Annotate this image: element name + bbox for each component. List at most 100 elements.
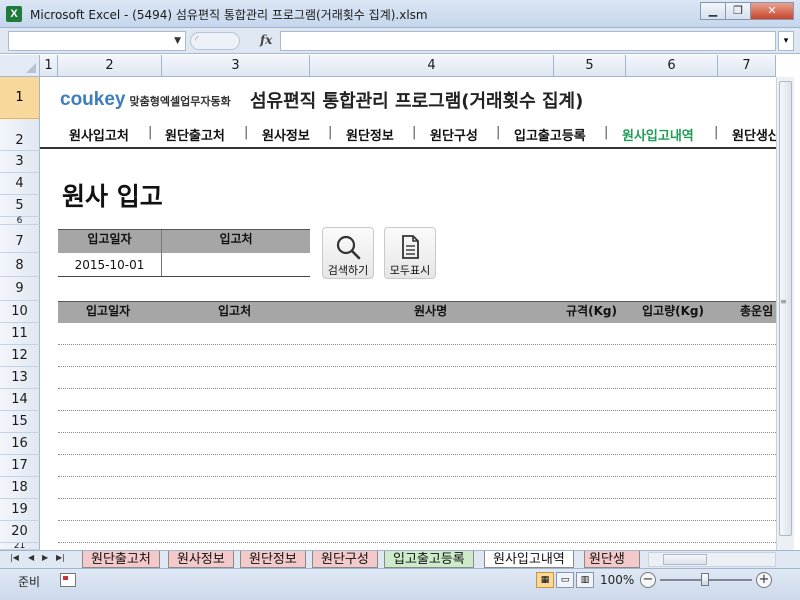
filter-date-input[interactable]: 2015-10-01: [58, 253, 162, 276]
results-table-header: 입고일자 입고처 원사명 규격(Kg) 입고량(Kg) 총운임: [58, 301, 776, 323]
nav-item-yarn-receipts[interactable]: 원사입고내역: [622, 125, 694, 144]
row-header[interactable]: 10: [0, 301, 40, 323]
sheet-tab[interactable]: 원단생: [584, 551, 640, 568]
table-row[interactable]: [58, 433, 776, 455]
status-bar: 준비 ▦ ▭ ▥ 100% − +: [0, 568, 800, 600]
row-header[interactable]: 9: [0, 277, 40, 301]
row-header[interactable]: 18: [0, 477, 40, 499]
page-layout-view-icon[interactable]: ▭: [556, 572, 574, 588]
column-header[interactable]: 4: [310, 55, 554, 77]
column-header[interactable]: 7: [718, 55, 776, 77]
nav-separator: |: [244, 125, 249, 140]
row-header[interactable]: 7: [0, 225, 40, 253]
column-date: 입고일자: [86, 304, 131, 318]
vertical-scroll-thumb[interactable]: [779, 81, 792, 536]
nav-item-yarn-info[interactable]: 원사정보: [262, 125, 310, 144]
sheet-tab[interactable]: 원단구성: [312, 551, 378, 568]
row-header[interactable]: 3: [0, 151, 40, 173]
first-sheet-icon[interactable]: |◀: [10, 553, 19, 562]
column-header[interactable]: 1: [40, 55, 58, 77]
nav-separator: |: [328, 125, 333, 140]
window-controls: ▁ ❐ ✕: [700, 2, 794, 20]
zoom-slider-handle[interactable]: [701, 573, 709, 586]
nav-item-inout-register[interactable]: 입고출고등록: [514, 125, 586, 144]
table-row[interactable]: [58, 499, 776, 521]
page-break-view-icon[interactable]: ▥: [576, 572, 594, 588]
nav-item-fabric-composition[interactable]: 원단구성: [430, 125, 478, 144]
formula-collapse-handle[interactable]: ◜: [190, 32, 240, 50]
restore-button[interactable]: ❐: [725, 2, 751, 20]
name-box[interactable]: ▼: [8, 31, 186, 51]
page-title: 원사 입고: [62, 182, 163, 211]
sheet-tab-active[interactable]: 원사입고내역: [484, 551, 574, 568]
nav-menu: 원사입고처 | 원단출고처 | 원사정보 | 원단정보 | 원단구성 | 입고출…: [40, 119, 780, 149]
column-header[interactable]: 5: [554, 55, 626, 77]
sheet-tab[interactable]: 원단출고처: [82, 551, 160, 568]
next-sheet-icon[interactable]: ▶: [42, 553, 48, 562]
row-header[interactable]: 14: [0, 389, 40, 411]
sheet-tab[interactable]: 원단정보: [240, 551, 306, 568]
vertical-scrollbar[interactable]: ≡: [776, 77, 794, 550]
column-header[interactable]: 2: [58, 55, 162, 77]
macro-record-icon[interactable]: [60, 573, 76, 587]
table-row[interactable]: [58, 521, 776, 543]
select-all-corner[interactable]: [0, 55, 40, 77]
insert-function-icon[interactable]: fx: [260, 33, 272, 47]
table-row[interactable]: [58, 455, 776, 477]
scroll-grip-icon: ≡: [780, 297, 787, 306]
last-sheet-icon[interactable]: ▶|: [56, 553, 65, 562]
row-header[interactable]: 17: [0, 455, 40, 477]
window-title: Microsoft Excel - (5494) 섬유편직 통합관리 프로그램(…: [30, 8, 428, 22]
table-row[interactable]: [58, 367, 776, 389]
table-row[interactable]: [58, 411, 776, 433]
search-filter: 입고일자 입고처 2015-10-01: [58, 229, 310, 277]
row-header[interactable]: 20: [0, 521, 40, 543]
chevron-down-icon[interactable]: ▼: [174, 32, 181, 50]
normal-view-icon[interactable]: ▦: [536, 572, 554, 588]
search-button[interactable]: 검색하기: [322, 227, 374, 279]
nav-item-yarn-supplier[interactable]: 원사입고처: [69, 125, 129, 144]
formula-input[interactable]: [280, 31, 776, 51]
column-header[interactable]: 6: [626, 55, 718, 77]
horizontal-scrollbar[interactable]: [648, 552, 776, 567]
horizontal-scroll-thumb[interactable]: [663, 554, 707, 565]
zoom-out-icon[interactable]: −: [640, 572, 656, 588]
row-header[interactable]: 16: [0, 433, 40, 455]
filter-place-input[interactable]: [162, 253, 310, 276]
row-header[interactable]: 12: [0, 345, 40, 367]
column-header[interactable]: 3: [162, 55, 310, 77]
excel-icon[interactable]: X: [6, 6, 22, 22]
row-header[interactable]: 5: [0, 195, 40, 217]
document-icon: [402, 235, 419, 259]
row-header[interactable]: 6: [0, 217, 40, 226]
row-header[interactable]: 15: [0, 411, 40, 433]
row-header[interactable]: 21: [0, 543, 40, 550]
row-header[interactable]: 4: [0, 173, 40, 195]
row-header[interactable]: 13: [0, 367, 40, 389]
table-row[interactable]: [58, 323, 776, 345]
sheet-tab[interactable]: 입고출고등록: [384, 551, 474, 568]
worksheet[interactable]: 1 2 3 4 5 6 7 1 2 3 4 5 6 7 8 9 10 11 12…: [0, 55, 800, 550]
zoom-in-icon[interactable]: +: [756, 572, 772, 588]
column-quantity: 입고량(Kg): [642, 304, 704, 318]
table-row[interactable]: [58, 477, 776, 499]
nav-item-fabric-shipping[interactable]: 원단출고처: [165, 125, 225, 144]
table-row[interactable]: [58, 345, 776, 367]
nav-item-fabric-info[interactable]: 원단정보: [346, 125, 394, 144]
row-header[interactable]: 8: [0, 253, 40, 277]
nav-item-fabric-production[interactable]: 원단생산: [732, 125, 780, 144]
zoom-level[interactable]: 100%: [600, 573, 634, 587]
status-ready: 준비: [18, 575, 41, 589]
row-header[interactable]: 19: [0, 499, 40, 521]
prev-sheet-icon[interactable]: ◀: [28, 553, 34, 562]
row-header[interactable]: 1: [0, 77, 40, 119]
show-all-button[interactable]: 모두표시: [384, 227, 436, 279]
expand-formula-icon[interactable]: ▾: [778, 31, 794, 51]
close-button[interactable]: ✕: [750, 2, 794, 20]
row-header[interactable]: 2: [0, 119, 40, 151]
row-header[interactable]: 11: [0, 323, 40, 345]
filter-values: 2015-10-01: [58, 253, 310, 277]
sheet-tab[interactable]: 원사정보: [168, 551, 234, 568]
minimize-button[interactable]: ▁: [700, 2, 726, 20]
table-row[interactable]: [58, 389, 776, 411]
